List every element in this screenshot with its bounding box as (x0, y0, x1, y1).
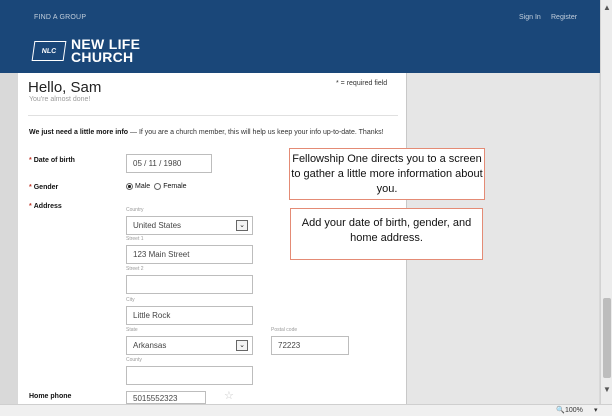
state-label: State (126, 327, 138, 333)
gender-male-radio[interactable] (126, 183, 133, 190)
required-star: * (29, 203, 32, 210)
chevron-down-icon[interactable]: ⌄ (236, 340, 248, 351)
city-input[interactable]: Little Rock (126, 306, 253, 325)
greeting-heading: Hello, Sam (28, 79, 102, 96)
required-star: * (29, 184, 32, 191)
required-star: * (29, 157, 32, 164)
postal-code-label: Postal code (271, 327, 298, 333)
intro-text: We just need a little more info — If you… (29, 129, 384, 136)
gender-female-label: Female (163, 183, 187, 190)
chevron-down-icon[interactable]: ▾ (594, 406, 598, 414)
home-phone-input[interactable]: 5015552323 (126, 391, 206, 404)
gender-radio-group: Male Female (126, 183, 187, 190)
logo-text: NEW LIFE CHURCH (71, 37, 140, 65)
street2-input[interactable] (126, 275, 253, 294)
tutorial-callout-2: Add your date of birth, gender, and home… (290, 208, 483, 260)
home-phone-label: Home phone (29, 393, 72, 400)
street1-input[interactable]: 123 Main Street (126, 245, 253, 264)
dob-label: * Date of birth (29, 157, 75, 164)
site-header: FIND A GROUP Sign In Register NLC NEW LI… (0, 0, 600, 73)
logo-line2: CHURCH (71, 49, 134, 65)
status-bar: 🔍 100% ▾ (0, 404, 612, 416)
chevron-down-icon[interactable]: ⌄ (236, 220, 248, 231)
zoom-icon[interactable]: 🔍 (556, 406, 565, 414)
street1-label: Street 1 (126, 236, 144, 242)
country-value: United States (133, 221, 182, 230)
country-label: Country (126, 207, 144, 213)
gender-male-label: Male (135, 183, 151, 190)
required-field-note: * = required field (336, 80, 388, 87)
scroll-thumb[interactable] (603, 298, 611, 378)
divider (28, 115, 398, 116)
greeting-subtext: You're almost done! (29, 96, 91, 103)
state-select[interactable]: Arkansas ⌄ (126, 336, 253, 355)
scroll-down-icon[interactable]: ▼ (603, 385, 611, 394)
address-label: * Address (29, 203, 62, 210)
state-value: Arkansas (133, 341, 167, 350)
gender-female-radio[interactable] (154, 183, 162, 190)
church-logo[interactable]: NLC NEW LIFE CHURCH (31, 37, 140, 65)
country-select[interactable]: United States ⌄ (126, 216, 253, 235)
logo-mark: NLC (31, 41, 67, 61)
zoom-level[interactable]: 100% (565, 407, 583, 414)
star-icon[interactable]: ☆ (224, 389, 234, 402)
register-link[interactable]: Register (551, 14, 577, 21)
county-label: County (126, 357, 142, 363)
gender-label: * Gender (29, 184, 59, 191)
find-a-group-link[interactable]: FIND A GROUP (34, 14, 86, 21)
dob-input[interactable]: 05 / 11 / 1980 (126, 154, 212, 173)
postal-code-input[interactable]: 72223 (271, 336, 349, 355)
intro-rest: — If you are a church member, this will … (128, 129, 384, 136)
intro-bold: We just need a little more info (29, 129, 129, 136)
scroll-up-icon[interactable]: ▲ (603, 3, 611, 12)
tutorial-callout-1: Fellowship One directs you to a screen t… (289, 148, 485, 200)
city-label: City (126, 297, 135, 303)
vertical-scrollbar[interactable]: ▲ ▼ (600, 0, 612, 404)
county-input[interactable] (126, 366, 253, 385)
sign-in-link[interactable]: Sign In (519, 14, 541, 21)
street2-label: Street 2 (126, 266, 144, 272)
